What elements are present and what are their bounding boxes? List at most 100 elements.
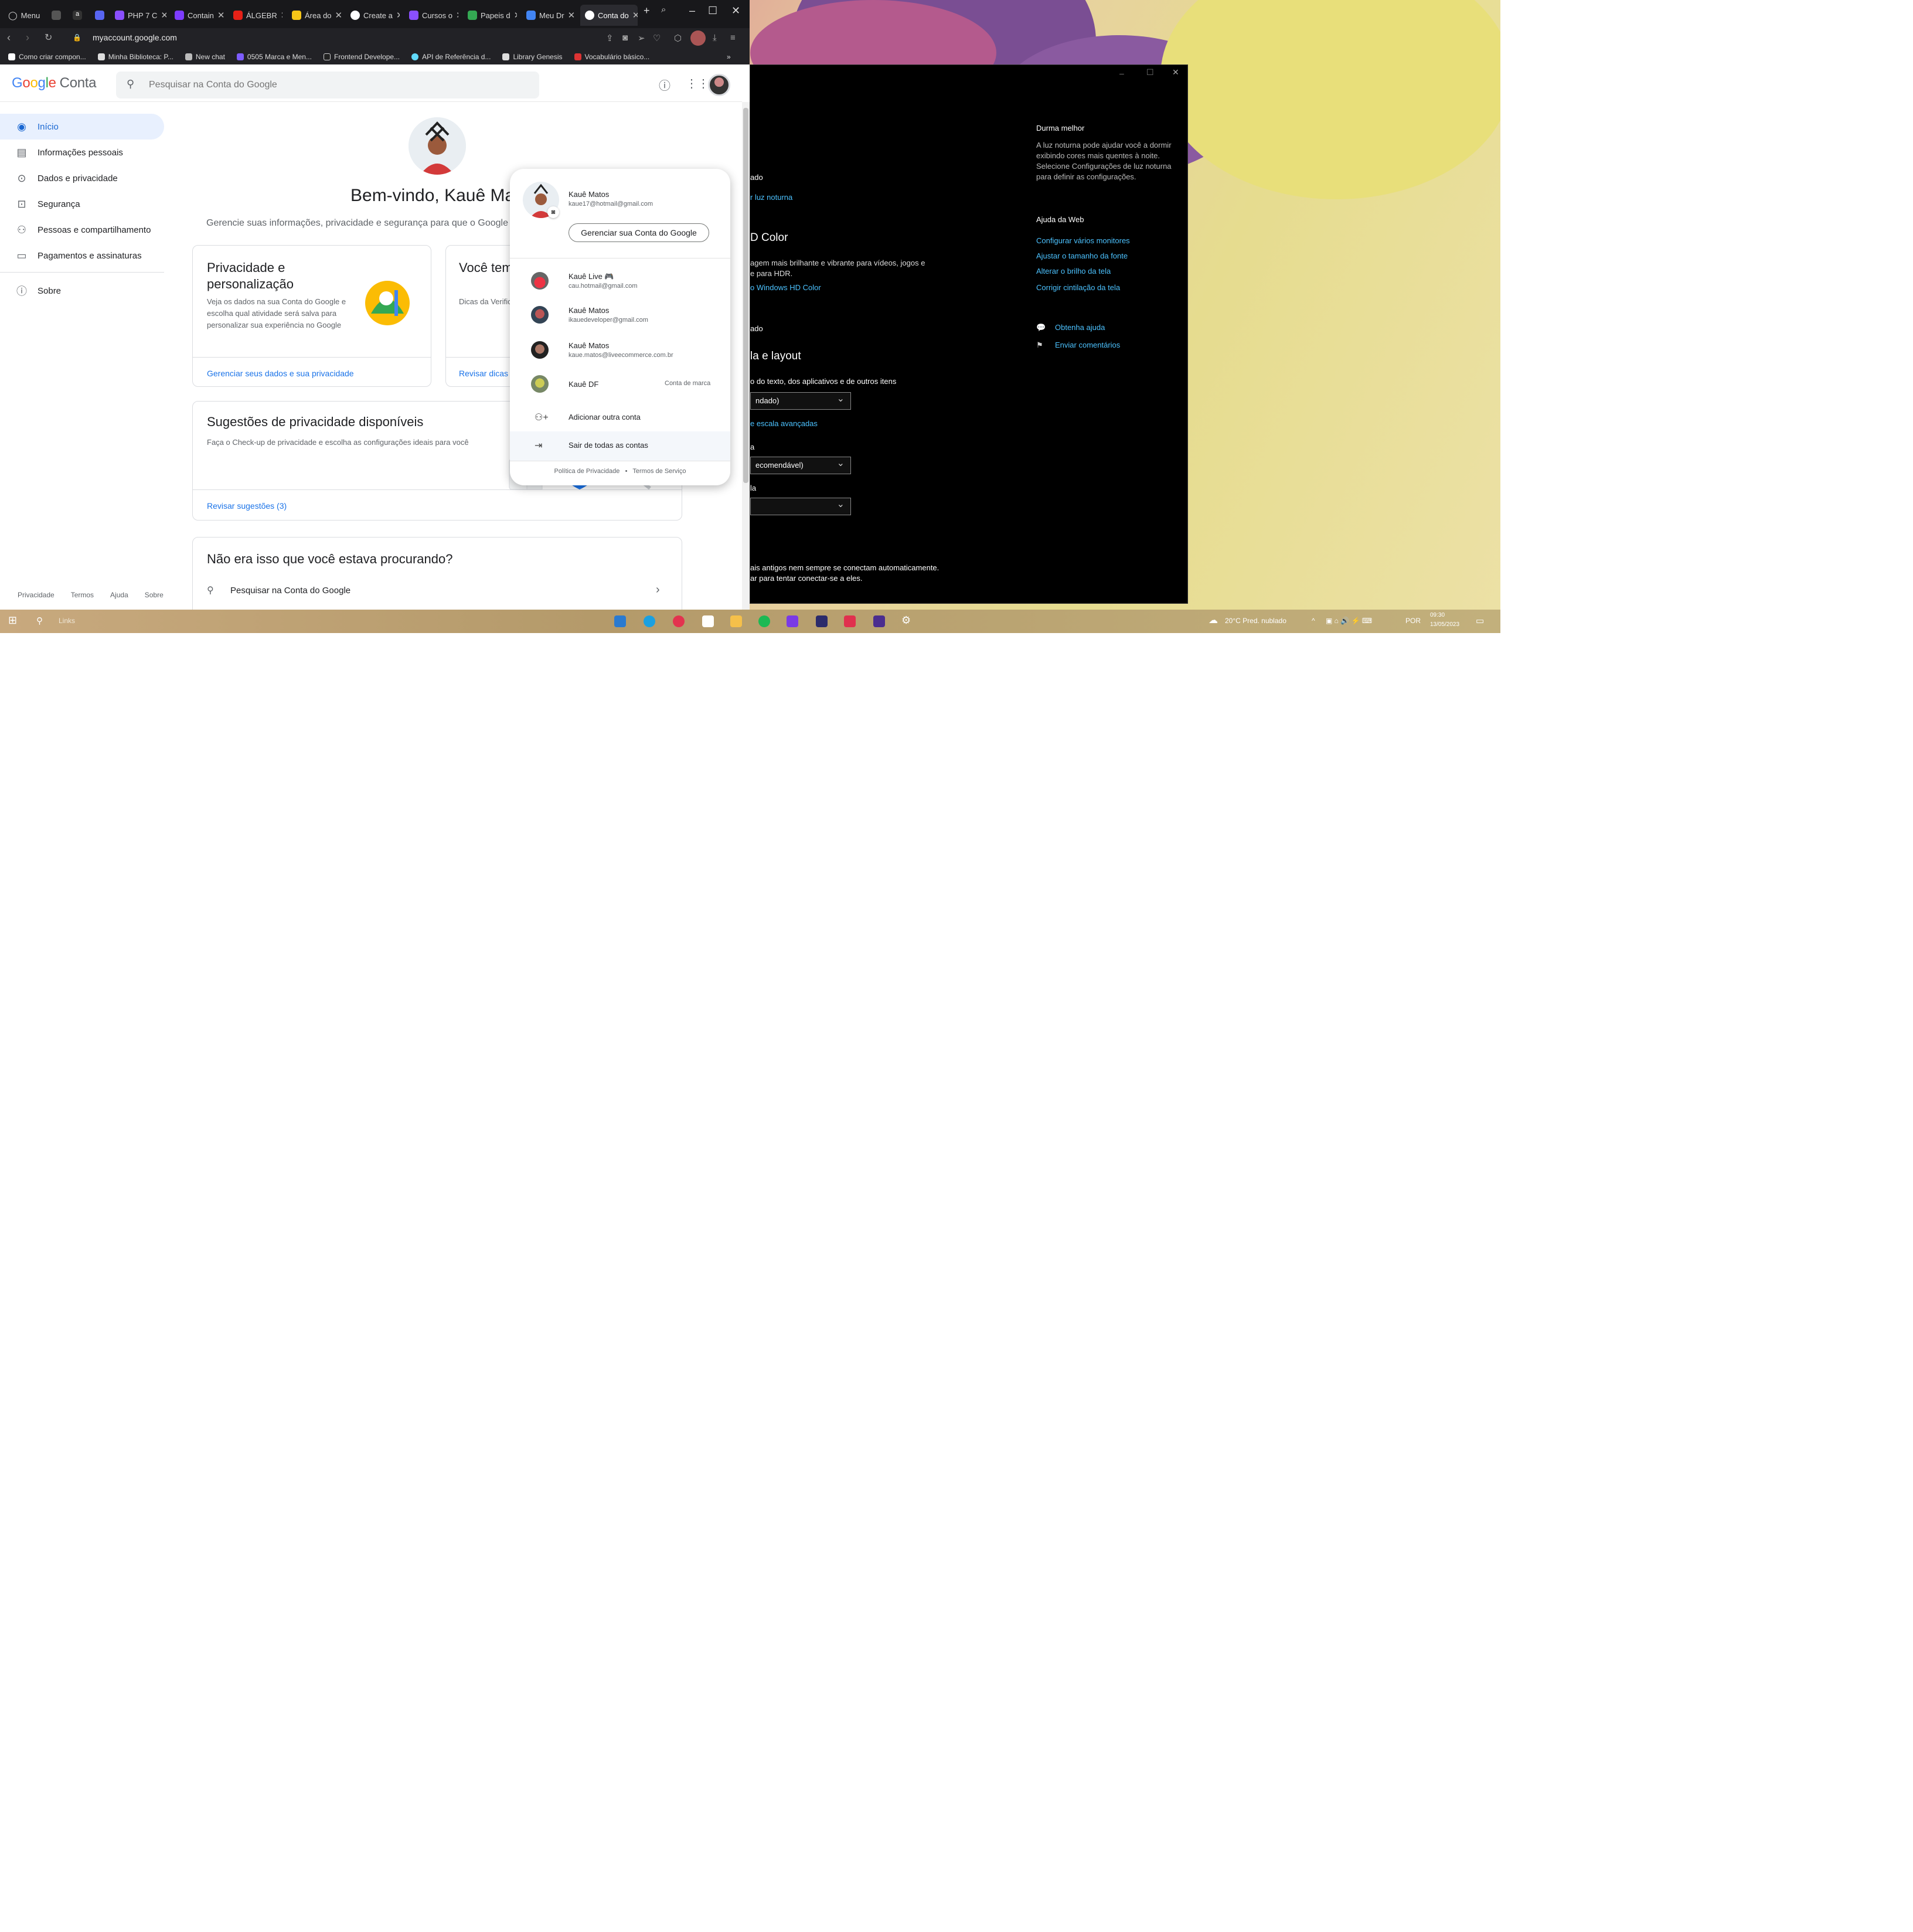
close-icon[interactable]: ✕ bbox=[514, 10, 517, 21]
account-row[interactable]: Kauê Live 🎮 cau.hotmail@gmail.com bbox=[510, 265, 730, 298]
advanced-scaling-link[interactable]: e escala avançadas bbox=[750, 419, 818, 428]
review-suggestions-link[interactable]: Revisar sugestões (3) bbox=[207, 501, 287, 511]
add-account-row[interactable]: ⚇+ Adicionar outra conta bbox=[510, 401, 730, 434]
help-link[interactable]: Corrigir cintilação da tela bbox=[1036, 283, 1120, 292]
extensions-icon[interactable]: ⬡ bbox=[674, 33, 682, 43]
footer-link-ajuda[interactable]: Ajuda bbox=[110, 591, 128, 599]
search-tabs-icon[interactable]: ⌕ bbox=[661, 5, 666, 15]
language-indicator[interactable]: POR bbox=[1405, 617, 1421, 625]
camera-icon[interactable]: ◙ bbox=[547, 206, 559, 218]
close-icon[interactable]: ✕ bbox=[568, 10, 576, 21]
close-window-button[interactable]: ✕ bbox=[731, 5, 740, 17]
help-link[interactable]: Alterar o brilho da tela bbox=[1036, 267, 1111, 275]
help-link[interactable]: Configurar vários monitores bbox=[1036, 236, 1130, 245]
footer-link-termos[interactable]: Termos bbox=[71, 591, 94, 599]
apps-grid-icon[interactable]: ⋮⋮ bbox=[686, 76, 709, 91]
tray-icons[interactable]: ▣ ⌂ 🔊 ⚡ ⌨ bbox=[1326, 617, 1372, 625]
account-row[interactable]: Kauê Matos ikauedeveloper@gmail.com bbox=[510, 299, 730, 332]
weather-text[interactable]: 20°C Pred. nublado bbox=[1225, 617, 1286, 625]
notion-icon[interactable] bbox=[702, 615, 714, 627]
tab-drive[interactable]: Meu Dr ✕ bbox=[522, 5, 576, 26]
easy-setup-icon[interactable]: ≡ bbox=[730, 33, 736, 43]
sidebar-item-inicio[interactable]: ◉ Início bbox=[0, 114, 164, 140]
bookmark[interactable]: Vocabulário básico... bbox=[574, 53, 649, 61]
bookmark[interactable]: Frontend Develope... bbox=[323, 53, 400, 61]
maximize-button[interactable]: ☐ bbox=[1146, 67, 1154, 77]
close-icon[interactable]: ✕ bbox=[281, 10, 282, 21]
bookmarks-overflow-icon[interactable]: » bbox=[727, 53, 731, 61]
browser-menu-button[interactable]: ◯ Menu bbox=[4, 5, 40, 26]
file-explorer-icon[interactable] bbox=[730, 615, 742, 627]
get-help-link[interactable]: Obtenha ajuda bbox=[1055, 323, 1105, 332]
tab-conta-google[interactable]: Conta do ✕ bbox=[580, 5, 638, 26]
scrollbar-thumb[interactable] bbox=[743, 108, 748, 483]
search-icon[interactable]: ⚲ bbox=[36, 615, 43, 626]
feedback-link[interactable]: Enviar comentários bbox=[1055, 341, 1120, 349]
edge-icon[interactable] bbox=[644, 615, 655, 627]
jetbrains-icon[interactable] bbox=[787, 615, 798, 627]
terms-link[interactable]: Termos de Serviço bbox=[632, 468, 686, 475]
tab-github[interactable]: Create a✕ bbox=[346, 5, 400, 26]
close-icon[interactable]: ✕ bbox=[335, 10, 341, 21]
footer-link-privacidade[interactable]: Privacidade bbox=[18, 591, 55, 599]
sign-out-row[interactable]: ⇥ Sair de todas as contas bbox=[510, 431, 730, 461]
new-tab-button[interactable]: + bbox=[644, 5, 650, 17]
help-icon[interactable]: ⓘ bbox=[659, 76, 670, 93]
account-row[interactable]: Kauê Matos kaue.matos@liveecommerce.com.… bbox=[510, 334, 730, 367]
clock-date[interactable]: 13/05/2023 bbox=[1430, 621, 1459, 628]
google-logo[interactable]: Google Conta bbox=[12, 75, 97, 91]
reload-icon[interactable]: ↻ bbox=[45, 32, 52, 43]
figma-icon[interactable] bbox=[844, 615, 856, 627]
tray-chevron-icon[interactable]: ^ bbox=[1312, 617, 1315, 625]
page-scrollbar[interactable] bbox=[742, 102, 750, 610]
phpstorm-icon[interactable] bbox=[816, 615, 828, 627]
bookmark[interactable]: API de Referência d... bbox=[411, 53, 491, 61]
close-icon[interactable]: ✕ bbox=[456, 10, 458, 21]
bookmark[interactable]: New chat bbox=[185, 53, 225, 61]
tab-papeis[interactable]: Papeis d ✕ bbox=[463, 5, 517, 26]
tab-php[interactable]: PHP 7 C ✕ bbox=[110, 5, 166, 26]
sidebar-item-seguranca[interactable]: ⊡ Segurança bbox=[0, 191, 164, 217]
send-icon[interactable]: ➢ bbox=[638, 33, 645, 43]
tab-algebra[interactable]: ÁLGEBR ✕ bbox=[229, 5, 282, 26]
back-icon[interactable]: ‹ bbox=[7, 32, 11, 44]
close-icon[interactable]: ✕ bbox=[632, 10, 638, 21]
windows-start-icon[interactable]: ⊞ bbox=[8, 614, 17, 627]
share-icon[interactable]: ⇪ bbox=[606, 33, 614, 43]
footer-link-sobre[interactable]: Sobre bbox=[145, 591, 164, 599]
profile-photo[interactable] bbox=[409, 117, 466, 175]
minimize-button[interactable]: – bbox=[689, 5, 695, 17]
card-privacy[interactable]: Privacidade e personalização Veja os dad… bbox=[192, 245, 431, 387]
forward-icon[interactable]: › bbox=[26, 32, 29, 44]
tab-amazon[interactable]: a bbox=[68, 5, 82, 26]
url-field[interactable]: myaccount.google.com bbox=[93, 33, 177, 42]
close-icon[interactable]: ✕ bbox=[161, 10, 166, 21]
close-icon[interactable]: ✕ bbox=[217, 10, 224, 21]
opera-icon[interactable] bbox=[673, 615, 685, 627]
resolution-dropdown[interactable]: ecomendável) bbox=[750, 457, 851, 474]
maximize-button[interactable]: ☐ bbox=[708, 5, 717, 17]
clock-time[interactable]: 09:30 bbox=[1430, 612, 1445, 618]
tab-cursos[interactable]: Cursos o✕ bbox=[404, 5, 458, 26]
bookmark[interactable]: Como criar compon... bbox=[8, 53, 86, 61]
close-window-button[interactable]: ✕ bbox=[1172, 67, 1179, 77]
profile-avatar[interactable] bbox=[690, 30, 706, 46]
manage-data-link[interactable]: Gerenciar seus dados e sua privacidade bbox=[207, 369, 354, 378]
account-avatar-button[interactable] bbox=[708, 74, 730, 96]
camera-icon[interactable]: ◙ bbox=[622, 33, 628, 43]
night-light-link[interactable]: r luz noturna bbox=[750, 193, 792, 202]
tab-discord[interactable] bbox=[90, 5, 104, 26]
bookmark[interactable]: Minha Biblioteca: P... bbox=[97, 53, 173, 61]
sidebar-item-pessoas[interactable]: ⚇ Pessoas e compartilhamento bbox=[0, 217, 164, 243]
sidebar-item-informacoes[interactable]: ▤ Informações pessoais bbox=[0, 140, 164, 165]
notifications-icon[interactable]: ▭ bbox=[1476, 615, 1484, 626]
bookmark[interactable]: Library Genesis bbox=[502, 53, 563, 61]
manage-account-button[interactable]: Gerenciar sua Conta do Google bbox=[569, 223, 709, 242]
account-row[interactable]: Kauê DF Conta de marca bbox=[510, 368, 730, 401]
bookmark[interactable]: 0505 Marca e Men... bbox=[236, 53, 312, 61]
spotify-icon[interactable] bbox=[758, 615, 770, 627]
privacy-policy-link[interactable]: Política de Privacidade bbox=[554, 468, 619, 475]
sidebar-item-pagamentos[interactable]: ▭ Pagamentos e assinaturas bbox=[0, 243, 164, 268]
download-icon[interactable]: ⤓ bbox=[713, 33, 717, 43]
settings-gear-icon[interactable]: ⚙ bbox=[901, 614, 911, 627]
